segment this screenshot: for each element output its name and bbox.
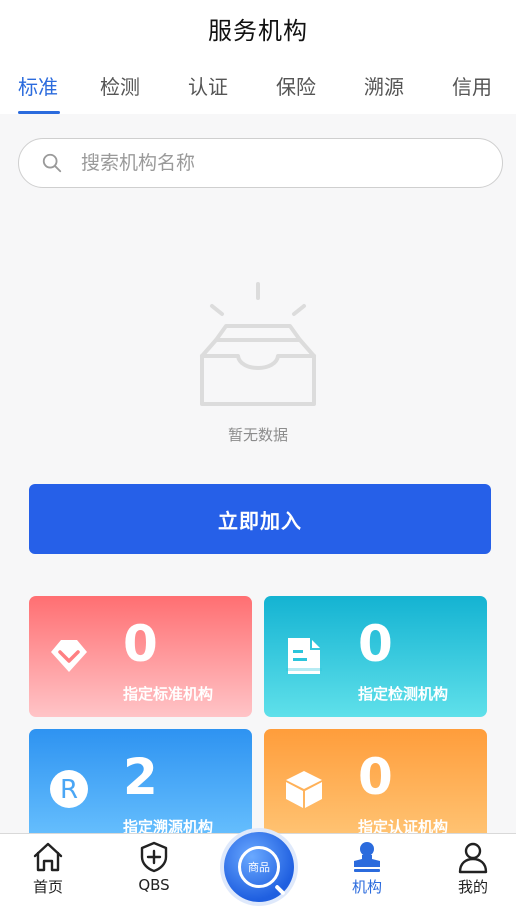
product-search-button[interactable]: 商品 (224, 832, 294, 902)
magnifier-icon: 商品 (238, 846, 280, 888)
cube-icon (286, 771, 322, 808)
stamp-icon (354, 842, 380, 872)
nav-label: QBS (138, 876, 170, 894)
card-count: 0 (358, 748, 393, 806)
page-header: 服务机构 (0, 0, 516, 56)
nav-qbs[interactable]: QBS (114, 840, 194, 894)
nav-mine[interactable]: 我的 (433, 840, 513, 897)
card-label: 指定检测机构 (358, 685, 449, 703)
nav-institutions[interactable]: 机构 (327, 840, 407, 897)
search-input[interactable] (81, 152, 461, 174)
card-label: 指定标准机构 (123, 685, 214, 703)
category-tabs: 标准 检测 认证 保险 溯源 信用 (0, 56, 516, 114)
card-certification-institutions[interactable]: 0 指定认证机构 (264, 729, 487, 850)
nav-home[interactable]: 首页 (8, 840, 88, 897)
tab-certification[interactable]: 认证 (164, 56, 252, 114)
card-count: 0 (123, 615, 158, 673)
empty-inbox-icon (200, 282, 316, 406)
search-icon (42, 153, 62, 173)
tab-standard[interactable]: 标准 (0, 56, 76, 114)
card-count: 0 (358, 615, 393, 673)
card-testing-institutions[interactable]: 0 指定检测机构 (264, 596, 487, 717)
empty-state: 暂无数据 (0, 276, 516, 456)
nav-label: 首页 (32, 878, 63, 896)
registered-icon: R (50, 770, 88, 808)
user-icon (458, 842, 488, 874)
tab-testing[interactable]: 检测 (76, 56, 164, 114)
document-icon (286, 638, 322, 674)
shield-plus-icon (140, 841, 168, 873)
search-bar[interactable] (18, 138, 503, 188)
card-standard-institutions[interactable]: 0 指定标准机构 (29, 596, 252, 717)
empty-state-text: 暂无数据 (227, 426, 288, 444)
center-button-label: 商品 (248, 861, 270, 874)
tab-insurance[interactable]: 保险 (252, 56, 340, 114)
tab-traceability[interactable]: 溯源 (340, 56, 428, 114)
card-count: 2 (123, 748, 158, 806)
bottom-navigation: 首页 QBS 商品 机构 我的 (0, 832, 516, 906)
nav-label: 机构 (351, 878, 382, 896)
home-icon (33, 842, 63, 872)
svg-text:R: R (60, 775, 78, 805)
diamond-icon (51, 640, 87, 672)
card-traceability-institutions[interactable]: R 2 指定溯源机构 (29, 729, 252, 850)
tab-credit[interactable]: 信用 (428, 56, 516, 114)
join-now-button[interactable]: 立即加入 (29, 484, 491, 554)
page-title: 服务机构 (208, 16, 308, 45)
nav-label: 我的 (457, 878, 488, 896)
